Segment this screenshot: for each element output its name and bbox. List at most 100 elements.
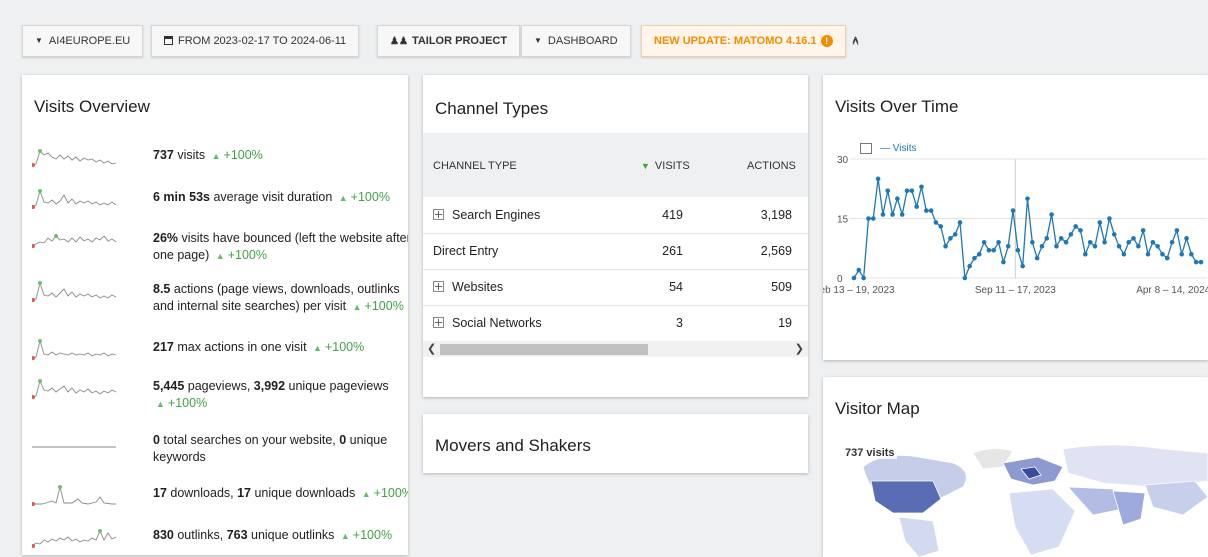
data-point[interactable] xyxy=(967,263,972,269)
table-row[interactable]: Websites 54 509 xyxy=(423,269,808,306)
data-point[interactable] xyxy=(1087,240,1093,245)
data-point[interactable] xyxy=(1145,251,1151,257)
tailor-project-button[interactable]: ♟♟ TAILOR PROJECT xyxy=(377,25,521,57)
data-point[interactable] xyxy=(904,188,910,194)
data-point[interactable] xyxy=(948,236,953,241)
data-point[interactable] xyxy=(1039,243,1045,249)
data-point[interactable] xyxy=(962,275,968,281)
data-point[interactable] xyxy=(933,220,939,225)
data-point[interactable] xyxy=(861,275,866,281)
expand-icon[interactable] xyxy=(433,281,444,292)
data-point[interactable] xyxy=(1063,240,1069,245)
data-point[interactable] xyxy=(851,275,857,281)
data-point[interactable] xyxy=(1025,196,1030,201)
data-point[interactable] xyxy=(1164,255,1170,261)
data-point[interactable] xyxy=(1169,240,1175,245)
data-point[interactable] xyxy=(1097,220,1103,225)
sparkline[interactable] xyxy=(32,189,122,213)
column-header-channel[interactable]: CHANNEL TYPE xyxy=(433,160,517,172)
table-row[interactable]: Social Networks 3 19 xyxy=(423,305,808,342)
data-point[interactable] xyxy=(1005,243,1011,249)
data-point[interactable] xyxy=(996,240,1001,245)
data-point[interactable] xyxy=(1049,212,1054,217)
data-point[interactable] xyxy=(919,184,924,190)
double-chevron-up-icon[interactable]: ˄ ˄ xyxy=(852,33,859,61)
data-point[interactable] xyxy=(880,212,886,217)
data-point[interactable] xyxy=(856,267,862,273)
data-point[interactable] xyxy=(1030,240,1035,245)
data-point[interactable] xyxy=(1010,208,1016,213)
data-point[interactable] xyxy=(1198,259,1204,265)
data-point[interactable] xyxy=(1131,236,1136,241)
data-point[interactable] xyxy=(972,255,977,261)
scroll-thumb[interactable] xyxy=(440,344,648,355)
data-point[interactable] xyxy=(952,232,958,237)
data-point[interactable] xyxy=(1189,251,1194,257)
data-point[interactable] xyxy=(923,208,929,213)
data-point[interactable] xyxy=(1034,255,1040,261)
data-point[interactable] xyxy=(943,243,948,249)
data-point[interactable] xyxy=(1083,251,1088,257)
data-point[interactable] xyxy=(1058,236,1064,241)
data-point[interactable] xyxy=(895,196,900,201)
data-point[interactable] xyxy=(1073,224,1078,229)
data-point[interactable] xyxy=(986,247,992,253)
data-point[interactable] xyxy=(1001,259,1006,265)
expand-icon[interactable] xyxy=(433,317,444,328)
sparkline[interactable] xyxy=(32,485,122,509)
sparkline[interactable] xyxy=(32,378,122,402)
sparkline[interactable] xyxy=(32,339,122,363)
site-selector-button[interactable]: ▼ AI4EUROPE.EU xyxy=(22,25,144,57)
data-point[interactable] xyxy=(1111,232,1117,237)
horizontal-scrollbar[interactable]: ❮ ❯ xyxy=(423,341,808,357)
data-point[interactable] xyxy=(1107,216,1112,221)
data-point[interactable] xyxy=(1102,240,1107,245)
data-point[interactable] xyxy=(870,216,876,221)
data-point[interactable] xyxy=(866,216,871,221)
data-point[interactable] xyxy=(1116,243,1122,249)
data-point[interactable] xyxy=(1184,236,1189,241)
scroll-left-icon[interactable]: ❮ xyxy=(427,342,436,355)
data-point[interactable] xyxy=(981,240,987,245)
table-row[interactable]: Search Engines 419 3,198 xyxy=(423,197,808,234)
sparkline[interactable] xyxy=(32,147,122,171)
data-point[interactable] xyxy=(957,220,963,225)
data-point[interactable] xyxy=(890,212,895,217)
data-point[interactable] xyxy=(938,224,944,229)
data-point[interactable] xyxy=(991,247,997,253)
scroll-right-icon[interactable]: ❯ xyxy=(795,342,804,355)
data-point[interactable] xyxy=(1078,228,1083,233)
data-point[interactable] xyxy=(875,176,881,182)
data-point[interactable] xyxy=(1054,243,1059,249)
data-point[interactable] xyxy=(1160,251,1165,257)
data-point[interactable] xyxy=(1136,243,1141,249)
update-notice-button[interactable]: NEW UPDATE: MATOMO 4.16.1! xyxy=(641,25,846,57)
sparkline[interactable] xyxy=(32,230,122,254)
data-point[interactable] xyxy=(1015,247,1021,253)
data-point[interactable] xyxy=(1174,228,1180,233)
data-point[interactable] xyxy=(928,208,934,213)
data-point[interactable] xyxy=(1150,240,1156,245)
data-point[interactable] xyxy=(909,188,915,194)
data-point[interactable] xyxy=(1140,228,1146,233)
data-point[interactable] xyxy=(1179,251,1185,257)
data-point[interactable] xyxy=(1121,251,1127,257)
sparkline[interactable] xyxy=(32,432,122,456)
data-point[interactable] xyxy=(1193,259,1199,265)
data-point[interactable] xyxy=(1092,243,1098,249)
column-header-visits[interactable]: ▼ VISITS xyxy=(641,160,690,172)
column-header-actions[interactable]: ACTIONS xyxy=(747,160,796,172)
data-point[interactable] xyxy=(914,204,919,209)
data-point[interactable] xyxy=(1044,236,1050,241)
data-point[interactable] xyxy=(1126,240,1132,245)
date-range-button[interactable]: FROM 2023-02-17 TO 2024-06-11 xyxy=(151,25,360,57)
expand-icon[interactable] xyxy=(433,209,444,220)
data-point[interactable] xyxy=(1068,232,1074,237)
data-point[interactable] xyxy=(885,188,891,194)
table-row[interactable]: Direct Entry 261 2,569 xyxy=(423,233,808,270)
sparkline[interactable] xyxy=(32,527,122,551)
data-point[interactable] xyxy=(977,251,982,257)
data-point[interactable] xyxy=(1155,243,1160,249)
dashboard-selector-button[interactable]: ▼ DASHBOARD xyxy=(521,25,631,57)
data-point[interactable] xyxy=(899,212,905,217)
